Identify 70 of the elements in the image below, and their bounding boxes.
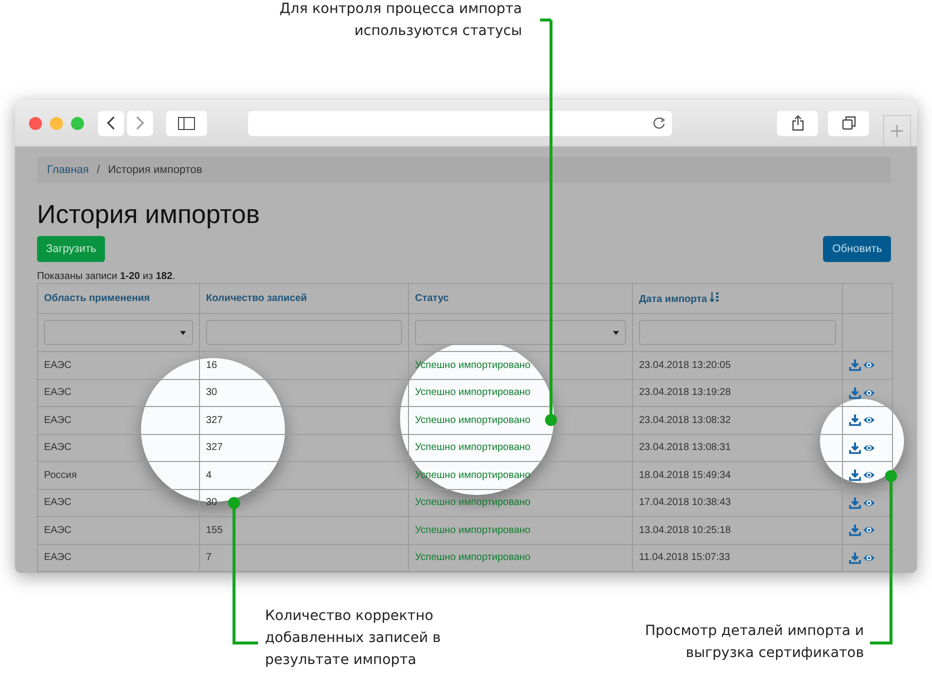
table-cell: ЕАЭС — [38, 434, 200, 462]
status-cell: Успешно импортировано — [408, 516, 632, 544]
table-cell: ЕАЭС — [38, 544, 200, 572]
sidebar-icon — [178, 116, 195, 130]
caret-icon — [180, 330, 186, 334]
table-cell: 30 — [200, 379, 408, 406]
status-cell: Успешно импортировано — [408, 544, 632, 572]
table-cell: ЕАЭС — [38, 406, 200, 434]
table-cell: 327 — [200, 406, 408, 434]
reload-icon[interactable] — [652, 116, 666, 130]
filter-input[interactable] — [206, 320, 402, 345]
download-icon[interactable] — [849, 496, 861, 509]
chevron-right-icon — [135, 116, 145, 130]
status-cell: Успешно импортировано — [408, 379, 632, 406]
breadcrumb-current: История импортов — [108, 164, 202, 176]
table-cell: ЕАЭС — [38, 379, 200, 406]
refresh-button[interactable]: Обновить — [823, 236, 891, 262]
close-icon[interactable] — [29, 116, 42, 130]
table-cell: 4 — [200, 462, 408, 489]
table-cell: 23.04.2018 13:08:32 — [632, 406, 842, 434]
callout-text: Просмотр деталей импорта и выгрузка сертификатов — [645, 622, 864, 663]
status-cell: Успешно импортировано — [408, 434, 632, 462]
breadcrumb-link[interactable]: Главная — [47, 164, 89, 176]
status-cell: Успешно импортировано — [408, 462, 632, 489]
download-icon[interactable] — [849, 442, 861, 454]
download-icon[interactable] — [849, 469, 861, 482]
records-summary: Показаны записи 1-20 из 182. — [37, 271, 176, 282]
back-button[interactable] — [98, 110, 124, 136]
share-icon — [792, 115, 804, 131]
upload-button[interactable]: Загрузить — [37, 236, 106, 262]
table-cell: 23.04.2018 13:08:31 — [632, 434, 842, 462]
column-header[interactable]: Количество записей — [200, 284, 408, 314]
table-cell: ЕАЭС — [38, 516, 200, 544]
sort-icon[interactable] — [710, 292, 719, 302]
table-cell: ЕАЭС — [38, 489, 200, 516]
breadcrumb-separator: / — [96, 164, 100, 176]
table-cell: 13.04.2018 10:25:18 — [632, 516, 842, 544]
table-cell: 23.04.2018 13:19:28 — [632, 379, 842, 406]
table-cell: 327 — [200, 434, 408, 462]
table-cell: 7 — [200, 544, 408, 572]
status-cell: Успешно импортировано — [408, 489, 632, 516]
tabs-icon — [842, 116, 856, 130]
download-icon[interactable] — [849, 414, 861, 426]
table-cell: 18.04.2018 15:49:34 — [632, 462, 842, 489]
table-cell: 11.04.2018 15:07:33 — [632, 544, 842, 572]
table-cell: Россия — [38, 462, 200, 489]
download-icon[interactable] — [849, 386, 861, 399]
column-header[interactable]: Дата импорта — [632, 284, 842, 314]
share-button[interactable] — [777, 110, 818, 136]
download-icon[interactable] — [849, 524, 861, 536]
caret-icon — [613, 330, 619, 334]
download-icon[interactable] — [849, 359, 861, 372]
callout-text: Для контроля процесса импорта используются статусы — [279, 0, 522, 41]
filter-input[interactable] — [639, 320, 836, 345]
chevron-left-icon — [106, 116, 116, 130]
tabs-button[interactable] — [828, 110, 869, 136]
column-header[interactable]: Статус — [408, 284, 632, 314]
column-header[interactable]: Область применения — [38, 284, 200, 314]
callout-text: Количество корректно добавленных записей в результате импорта — [265, 607, 441, 670]
table-cell: 16 — [200, 352, 408, 379]
table-cell: 23.04.2018 13:20:05 — [632, 352, 842, 379]
status-cell: Успешно импортировано — [408, 352, 632, 379]
table-cell: 155 — [200, 516, 408, 544]
plus-icon — [891, 125, 903, 137]
sidebar-button[interactable] — [166, 110, 207, 136]
address-field[interactable] — [248, 110, 672, 136]
table-cell: ЕАЭС — [38, 352, 200, 379]
page-title: История импортов — [37, 199, 261, 230]
table-cell: 17.04.2018 10:38:43 — [632, 489, 842, 516]
download-icon[interactable] — [849, 552, 861, 564]
